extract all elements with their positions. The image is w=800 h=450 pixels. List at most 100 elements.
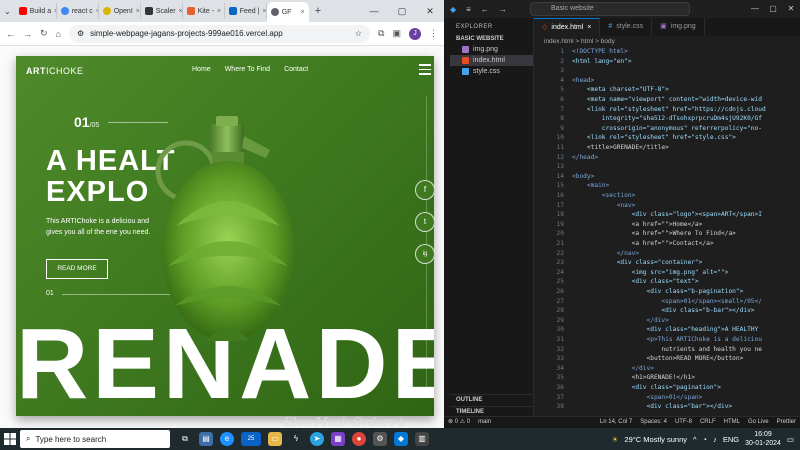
tray-overflow-icon[interactable]: ^ <box>693 435 697 444</box>
taskbar-search[interactable]: ⌕ Type here to search <box>20 430 170 448</box>
tab-title: Build a <box>29 7 52 15</box>
back-icon[interactable]: ← <box>481 5 489 14</box>
line-number: 11 <box>556 144 564 151</box>
file-img-png[interactable]: img.png <box>450 44 533 55</box>
vscode-titlebar: ◆ ≡ ← → Basic website — ▢ ✕ <box>444 0 800 18</box>
close-window-button[interactable]: ✕ <box>782 0 800 18</box>
read-more-button[interactable]: READ MORE <box>46 259 108 279</box>
hamburger-icon[interactable] <box>419 64 431 78</box>
line-number: 32 <box>556 345 564 353</box>
volume-icon[interactable]: ♪ <box>713 435 717 444</box>
close-window-button[interactable]: ✕ <box>416 0 444 22</box>
go-live-button[interactable]: Go Live <box>748 417 769 428</box>
vscode-icon[interactable]: ◆ <box>394 432 408 446</box>
browser-tab[interactable]: Feed | × <box>225 3 267 19</box>
nav-home[interactable]: Home <box>192 66 211 73</box>
browser-tab[interactable]: Scaler × <box>141 3 183 19</box>
maximize-button[interactable]: ▢ <box>764 0 782 18</box>
browser-tab[interactable]: OpenI × <box>99 3 141 19</box>
sidepanel-icon[interactable]: ▣ <box>392 28 401 39</box>
browser-tab[interactable]: react c× <box>57 3 99 19</box>
nav-contact[interactable]: Contact <box>284 66 308 73</box>
cursor-position[interactable]: Ln 14, Col 7 <box>600 417 632 428</box>
tab-img-png[interactable]: ▣ img.png <box>652 18 705 36</box>
nav-where-to-find[interactable]: Where To Find <box>225 66 270 73</box>
menu-icon[interactable]: ⋮ <box>429 28 438 39</box>
minimize-button[interactable]: — <box>360 0 388 22</box>
mail-icon[interactable]: 25 <box>241 432 261 446</box>
winamp-icon[interactable]: ϟ <box>289 432 303 446</box>
site-logo[interactable]: ARTICHOKE <box>26 66 84 76</box>
line-number: 15 <box>556 182 564 190</box>
status-problems[interactable]: ⊗ 0 ⚠ 0 <box>448 417 470 428</box>
forward-icon[interactable]: → <box>499 5 507 14</box>
breadcrumb[interactable]: index.html > html > body <box>534 36 800 48</box>
file-index-html[interactable]: index.html <box>450 55 533 66</box>
home-icon[interactable]: ⌂ <box>56 29 61 39</box>
close-icon[interactable]: × <box>217 8 221 15</box>
browser-tab-active[interactable]: GF × <box>266 2 309 22</box>
edge-icon[interactable]: e <box>220 432 234 446</box>
settings-icon[interactable]: ⚙ <box>373 432 387 446</box>
instagram-icon[interactable]: ig <box>415 244 434 264</box>
tab-style-css[interactable]: # style.css <box>600 18 653 36</box>
maximize-button[interactable]: ▢ <box>388 0 416 22</box>
bookmark-star-icon[interactable]: ☆ <box>355 29 362 38</box>
forward-icon[interactable]: → <box>23 29 32 39</box>
telegram-icon[interactable]: ➤ <box>310 432 324 446</box>
menu-icon[interactable]: ≡ <box>466 5 471 14</box>
facebook-icon[interactable]: f <box>415 180 434 200</box>
weather-text[interactable]: 29°C Mostly sunny <box>624 435 687 444</box>
code-editor[interactable]: 1 <!DOCTYPE html> 2 <html lang="en"> 3 4 <head… <box>534 48 800 416</box>
file-label: index.html <box>473 57 505 64</box>
chrome-icon[interactable]: ● <box>352 432 366 446</box>
line-number: 1 <box>560 48 564 55</box>
close-icon[interactable]: × <box>587 19 591 37</box>
language-mode[interactable]: HTML <box>724 417 740 428</box>
line-number: 16 <box>556 192 564 199</box>
close-icon[interactable]: × <box>301 9 305 16</box>
browser-tab[interactable]: Build a× <box>15 3 57 19</box>
calculator-icon[interactable]: ▥ <box>415 432 429 446</box>
taskbar: ⌕ Type here to search ⧉ ▤ e 25 ▭ ϟ ➤ ▦ ●… <box>0 428 800 450</box>
tab-search-icon[interactable]: ⌄ <box>4 7 11 16</box>
branch-indicator[interactable]: main <box>478 417 491 428</box>
photos-icon[interactable]: ▤ <box>199 432 213 446</box>
indentation[interactable]: Spaces: 4 <box>640 417 667 428</box>
line-number: 38 <box>556 403 564 411</box>
profile-avatar[interactable]: J <box>409 27 421 40</box>
tab-index-html[interactable]: ◇ index.html × <box>534 18 601 37</box>
outline-section[interactable]: OUTLINE <box>450 394 534 405</box>
kite-icon <box>186 7 195 15</box>
prettier-status[interactable]: Prettier <box>777 417 800 428</box>
browser-tab[interactable]: Kite - × <box>183 3 225 19</box>
close-icon[interactable]: × <box>262 8 265 15</box>
file-style-css[interactable]: style.css <box>450 66 533 77</box>
project-folder[interactable]: BASIC WEBSITE <box>450 34 533 44</box>
twitter-icon[interactable]: t <box>415 212 434 232</box>
close-icon[interactable]: × <box>136 8 140 15</box>
reload-icon[interactable]: ↻ <box>40 28 48 39</box>
encoding[interactable]: UTF-8 <box>675 417 692 428</box>
site-info-icon[interactable]: ⚙ <box>77 29 84 38</box>
ms-store-icon[interactable]: ▦ <box>331 432 345 446</box>
clock[interactable]: 16:09 30-01-2024 <box>745 430 781 448</box>
back-icon[interactable]: ← <box>6 29 15 39</box>
network-icon[interactable]: ◔ <box>703 435 708 444</box>
line-endings[interactable]: CRLF <box>700 417 716 428</box>
minimize-button[interactable]: — <box>746 0 764 18</box>
code-line: <section> <box>572 192 636 199</box>
new-tab-button[interactable]: + <box>315 5 321 17</box>
windows-start-icon[interactable] <box>0 428 20 450</box>
line-number: 5 <box>560 86 564 94</box>
task-view-icon[interactable]: ⧉ <box>178 432 192 446</box>
line-number: 17 <box>556 201 564 209</box>
command-center-search[interactable]: Basic website <box>530 2 690 16</box>
extensions-icon[interactable]: ⧉ <box>378 28 384 39</box>
folder-icon[interactable]: ▭ <box>268 432 282 446</box>
language-indicator[interactable]: ENG <box>723 435 739 444</box>
address-bar[interactable]: ⚙ simple-webpage-jagans-projects-999ae01… <box>68 24 371 43</box>
notifications-icon[interactable]: ▭ <box>787 435 794 444</box>
wallpaper-headline: Elon Musk Orders t <box>284 415 404 428</box>
line-number: 22 <box>556 249 564 257</box>
